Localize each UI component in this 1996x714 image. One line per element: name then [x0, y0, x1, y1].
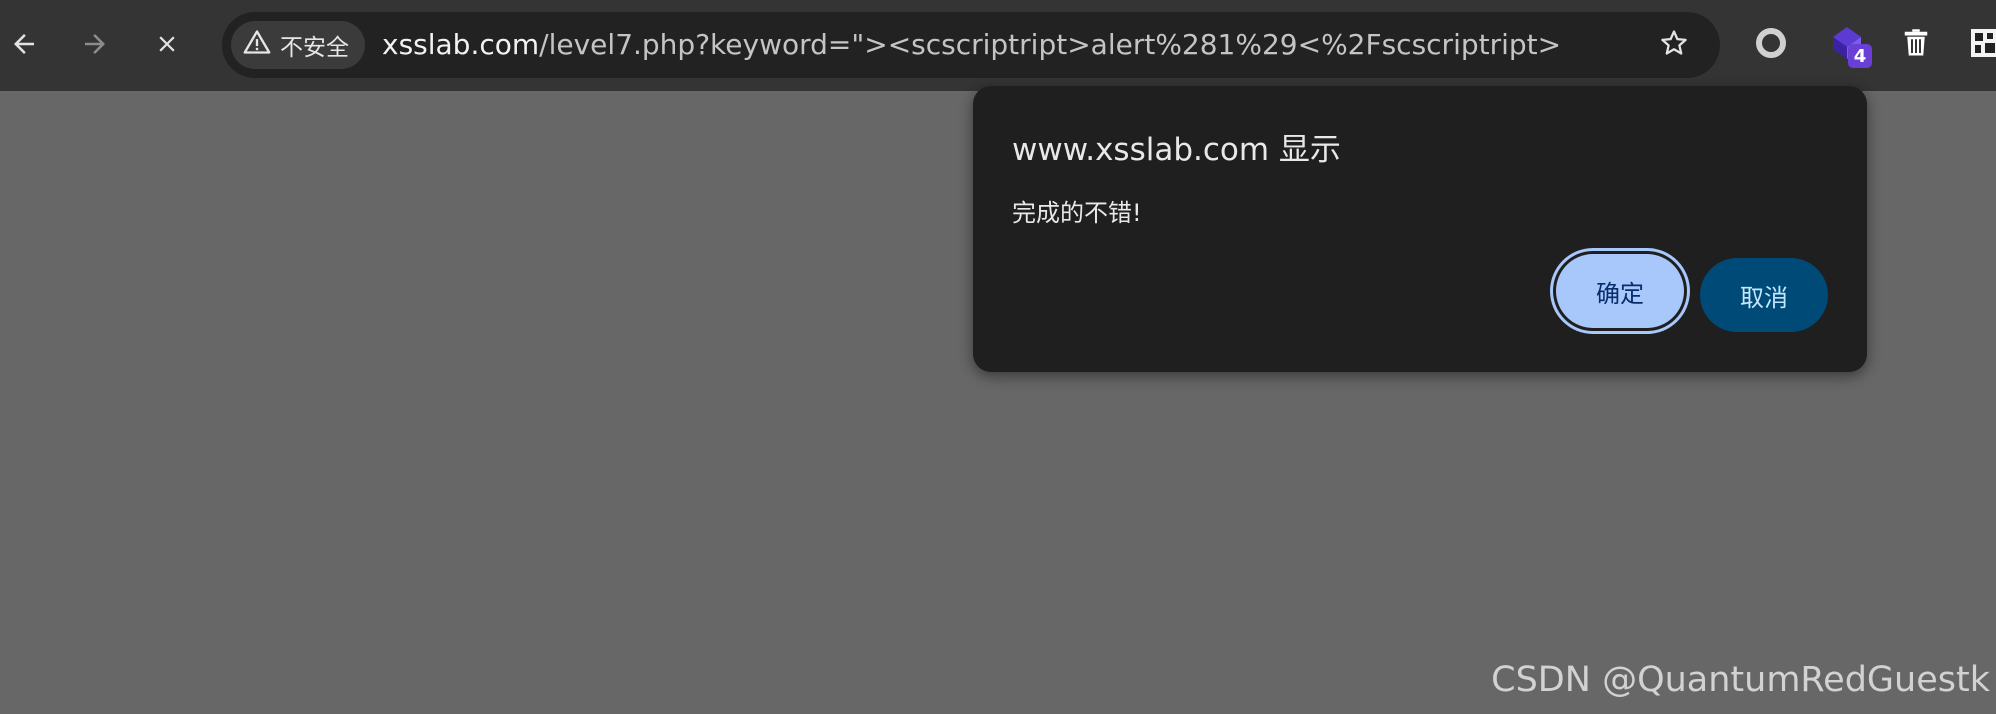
- extension-button-1[interactable]: [1746, 20, 1796, 70]
- trash-bin-icon: [1901, 28, 1931, 62]
- url-text[interactable]: xsslab.com/level7.php?keyword="><scscrip…: [382, 12, 1561, 78]
- dialog-title: www.xsslab.com 显示: [1012, 132, 1341, 168]
- star-icon: [1659, 28, 1689, 62]
- warning-triangle-icon: [243, 28, 271, 62]
- back-button[interactable]: [0, 14, 54, 74]
- forward-button[interactable]: [65, 14, 125, 74]
- circle-ring-icon: [1754, 26, 1788, 64]
- extension-button-2[interactable]: 4: [1822, 20, 1872, 70]
- extension-badge: 4: [1848, 44, 1872, 68]
- dialog-message: 完成的不错!: [1012, 199, 1142, 227]
- security-indicator[interactable]: 不安全: [231, 21, 365, 69]
- extension-button-4[interactable]: [1960, 20, 1996, 70]
- ok-button[interactable]: 确定: [1556, 254, 1684, 328]
- close-icon: [154, 31, 180, 57]
- arrow-right-icon: [80, 29, 110, 59]
- security-label: 不安全: [280, 35, 349, 61]
- arrow-left-icon: [9, 29, 39, 59]
- url-host: xsslab.com: [382, 28, 540, 61]
- stop-loading-button[interactable]: [137, 14, 197, 74]
- watermark: CSDN @QuantumRedGuestk: [1491, 660, 1990, 700]
- extension-button-3[interactable]: [1891, 20, 1941, 70]
- address-bar[interactable]: 不安全 xsslab.com/level7.php?keyword="><scs…: [222, 12, 1720, 78]
- alert-dialog: www.xsslab.com 显示 完成的不错! 确定 取消: [973, 86, 1867, 372]
- browser-toolbar: 不安全 xsslab.com/level7.php?keyword="><scs…: [0, 0, 1996, 91]
- bookmark-button[interactable]: [1650, 21, 1698, 69]
- puzzle-icon: [1969, 27, 1996, 63]
- cancel-button[interactable]: 取消: [1700, 258, 1828, 332]
- url-path: /level7.php?keyword="><scscriptript>aler…: [539, 28, 1562, 61]
